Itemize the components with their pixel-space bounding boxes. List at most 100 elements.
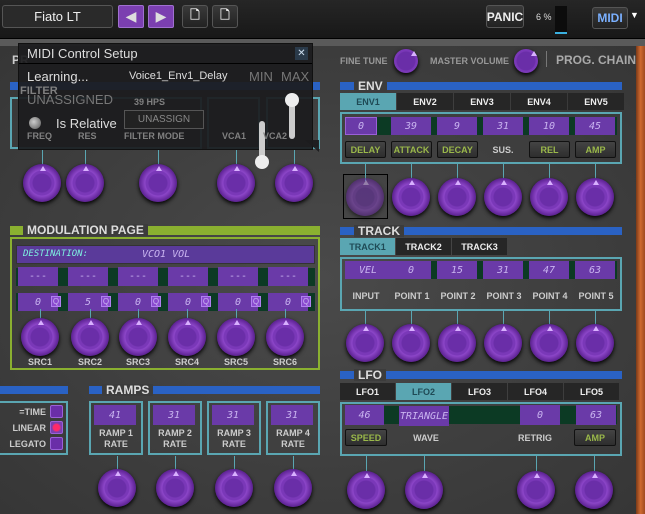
max-slider[interactable] xyxy=(285,93,299,139)
lfo-wave-display[interactable]: TRIANGLE xyxy=(399,406,449,426)
lfo-retrig-display[interactable]: 0 xyxy=(520,405,560,425)
track-knob-4[interactable] xyxy=(484,324,522,362)
is-relative-toggle[interactable] xyxy=(29,117,41,129)
track-knob-2[interactable] xyxy=(392,324,430,362)
quantize-button[interactable]: Q xyxy=(151,296,161,307)
min-slider[interactable] xyxy=(255,121,269,169)
tab-env3[interactable]: ENV3 xyxy=(454,93,510,110)
env-decay-button[interactable]: DECAY xyxy=(437,141,478,158)
filter-knob-3[interactable] xyxy=(139,164,177,202)
previous-preset-button[interactable]: ◀ xyxy=(118,5,144,28)
quantize-button[interactable]: Q xyxy=(101,296,111,307)
ramp-rate-display[interactable]: 41 xyxy=(94,405,136,425)
quantize-button[interactable]: Q xyxy=(301,296,311,307)
src-knob-1[interactable] xyxy=(21,318,59,356)
env-rel-button[interactable]: REL xyxy=(529,141,570,158)
lfo-speed-button[interactable]: SPEED xyxy=(345,429,387,446)
ramp-knob-1[interactable] xyxy=(98,469,136,507)
env-amp-button[interactable]: AMP xyxy=(575,141,616,158)
src-knob-6[interactable] xyxy=(266,318,304,356)
env-value-display[interactable]: 31 xyxy=(483,117,523,135)
quantize-button[interactable]: Q xyxy=(201,296,211,307)
tab-env5[interactable]: ENV5 xyxy=(568,93,624,110)
tab-env1[interactable]: ENV1 xyxy=(340,93,396,110)
track-knob-5[interactable] xyxy=(530,324,568,362)
env-value-display[interactable]: 10 xyxy=(529,117,569,135)
lfo-amp-button[interactable]: AMP xyxy=(574,429,616,446)
close-button[interactable]: ✕ xyxy=(295,47,308,60)
load-preset-button[interactable]: 🗋 xyxy=(182,5,208,28)
option-checkbox[interactable] xyxy=(50,405,63,418)
env-value-display[interactable]: 0 xyxy=(345,117,377,135)
quantize-button[interactable]: Q xyxy=(51,296,61,307)
lfo-knob-3[interactable] xyxy=(517,471,555,509)
track-value-display[interactable]: VEL xyxy=(345,261,391,279)
midi-button[interactable]: MIDI xyxy=(592,7,628,29)
env-knob-1[interactable] xyxy=(346,178,384,216)
track-value-display[interactable]: 15 xyxy=(437,261,477,279)
src-knob-5[interactable] xyxy=(217,318,255,356)
tab-lfo1[interactable]: LFO1 xyxy=(340,383,395,400)
tab-lfo3[interactable]: LFO3 xyxy=(452,383,507,400)
ramp-rate-display[interactable]: 31 xyxy=(212,405,254,425)
env-knob-3[interactable] xyxy=(438,178,476,216)
fine-tune-knob[interactable] xyxy=(394,49,418,73)
track-value-display[interactable]: 47 xyxy=(529,261,569,279)
tab-lfo2[interactable]: LFO2 xyxy=(396,383,451,400)
unassign-button[interactable]: UNASSIGN xyxy=(124,110,204,129)
src-knob-2[interactable] xyxy=(71,318,109,356)
lfo-speed-display[interactable]: 46 xyxy=(345,405,384,425)
tab-lfo4[interactable]: LFO4 xyxy=(508,383,563,400)
src-knob-3[interactable] xyxy=(119,318,157,356)
mod-source-display[interactable]: --- xyxy=(118,267,158,286)
env-attack-button[interactable]: ATTACK xyxy=(391,141,432,158)
tab-track2[interactable]: TRACK2 xyxy=(396,238,451,255)
env-knob-6[interactable] xyxy=(576,178,614,216)
mod-source-display[interactable]: --- xyxy=(218,267,258,286)
track-knob-3[interactable] xyxy=(438,324,476,362)
option-checkbox[interactable] xyxy=(50,437,63,450)
track-knob-1[interactable] xyxy=(346,324,384,362)
filter-knob-5[interactable] xyxy=(275,164,313,202)
ramp-rate-display[interactable]: 31 xyxy=(153,405,195,425)
track-value-display[interactable]: 0 xyxy=(391,261,431,279)
tab-track3[interactable]: TRACK3 xyxy=(452,238,507,255)
tab-env2[interactable]: ENV2 xyxy=(397,93,453,110)
env-knob-5[interactable] xyxy=(530,178,568,216)
track-value-display[interactable]: 31 xyxy=(483,261,523,279)
track-knob-6[interactable] xyxy=(576,324,614,362)
ramp-knob-3[interactable] xyxy=(215,469,253,507)
lfo-knob-2[interactable] xyxy=(405,471,443,509)
tab-env4[interactable]: ENV4 xyxy=(511,93,567,110)
env-value-display[interactable]: 39 xyxy=(391,117,431,135)
filter-knob-1[interactable] xyxy=(23,164,61,202)
filter-knob-2[interactable] xyxy=(66,164,104,202)
panic-button[interactable]: PANIC xyxy=(486,5,524,28)
lfo-knob-1[interactable] xyxy=(347,471,385,509)
max-slider-thumb[interactable] xyxy=(285,93,299,107)
destination-display[interactable]: DESTINATION: VCO1 VOL xyxy=(16,245,315,264)
env-knob-4[interactable] xyxy=(484,178,522,216)
env-delay-button[interactable]: DELAY xyxy=(345,141,386,158)
quantize-button[interactable]: Q xyxy=(251,296,261,307)
master-volume-knob[interactable] xyxy=(514,49,538,73)
src-knob-4[interactable] xyxy=(168,318,206,356)
mod-source-display[interactable]: --- xyxy=(268,267,308,286)
option-checkbox[interactable] xyxy=(50,421,63,434)
env-value-display[interactable]: 45 xyxy=(575,117,615,135)
preset-name-field[interactable]: Fiato LT xyxy=(2,5,113,28)
ramp-rate-display[interactable]: 31 xyxy=(271,405,313,425)
save-preset-button[interactable]: 🗋 xyxy=(212,5,238,28)
tab-lfo5[interactable]: LFO5 xyxy=(564,383,619,400)
ramp-knob-4[interactable] xyxy=(274,469,312,507)
lfo-knob-4[interactable] xyxy=(575,471,613,509)
next-preset-button[interactable]: ▶ xyxy=(148,5,174,28)
tab-track1[interactable]: TRACK1 xyxy=(340,238,395,255)
lfo-amp-display[interactable]: 63 xyxy=(576,405,616,425)
env-knob-2[interactable] xyxy=(392,178,430,216)
mod-source-display[interactable]: --- xyxy=(68,267,108,286)
ramp-knob-2[interactable] xyxy=(156,469,194,507)
midi-dropdown-arrow[interactable]: ▼ xyxy=(630,10,639,20)
prog-chain-button[interactable]: PROG. CHAIN xyxy=(556,53,636,67)
min-slider-thumb[interactable] xyxy=(255,155,269,169)
